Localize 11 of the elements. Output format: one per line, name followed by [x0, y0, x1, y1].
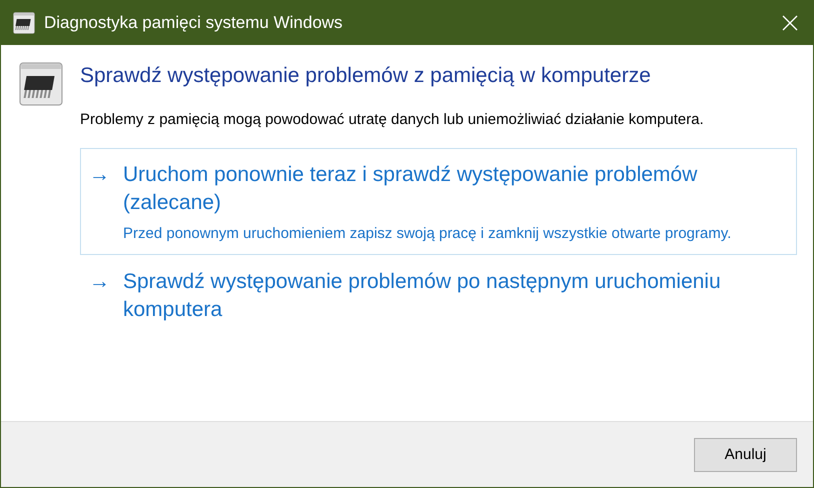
window-title: Diagnostyka pamięci systemu Windows [44, 12, 344, 32]
arrow: → [89, 269, 111, 295]
option-title: Sprawdź występowanie problemów po następnym uruchomieniu komputera [123, 269, 722, 323]
cancel-button[interactable]: Anuluj [694, 438, 797, 472]
description: Problemy z pamięcią mogą powodować utratę danych lub uniemożliwiać działanie komputera. [80, 110, 705, 130]
option-note: Przed ponownym uruchomieniem zapisz swoją pracę i zamknij wszystkie otwarte programy. [123, 224, 732, 244]
heading: Sprawdź występowanie problemów z pamięcią w komputerze [80, 63, 652, 89]
option-link[interactable]: → Uruchom ponownie teraz i sprawdź występowanie problemów (zalecane) Przed ponownym uruchomieniem zapisz swoją pracę i zamknij wszystkie otwarte programy. [80, 148, 797, 255]
option-link[interactable]: → Sprawdź występowanie problemów po następnym uruchomieniu komputera [80, 255, 797, 334]
arrow: → [89, 162, 111, 188]
option-title: Uruchom ponownie teraz i sprawdź występowanie problemów (zalecane) [123, 162, 698, 216]
